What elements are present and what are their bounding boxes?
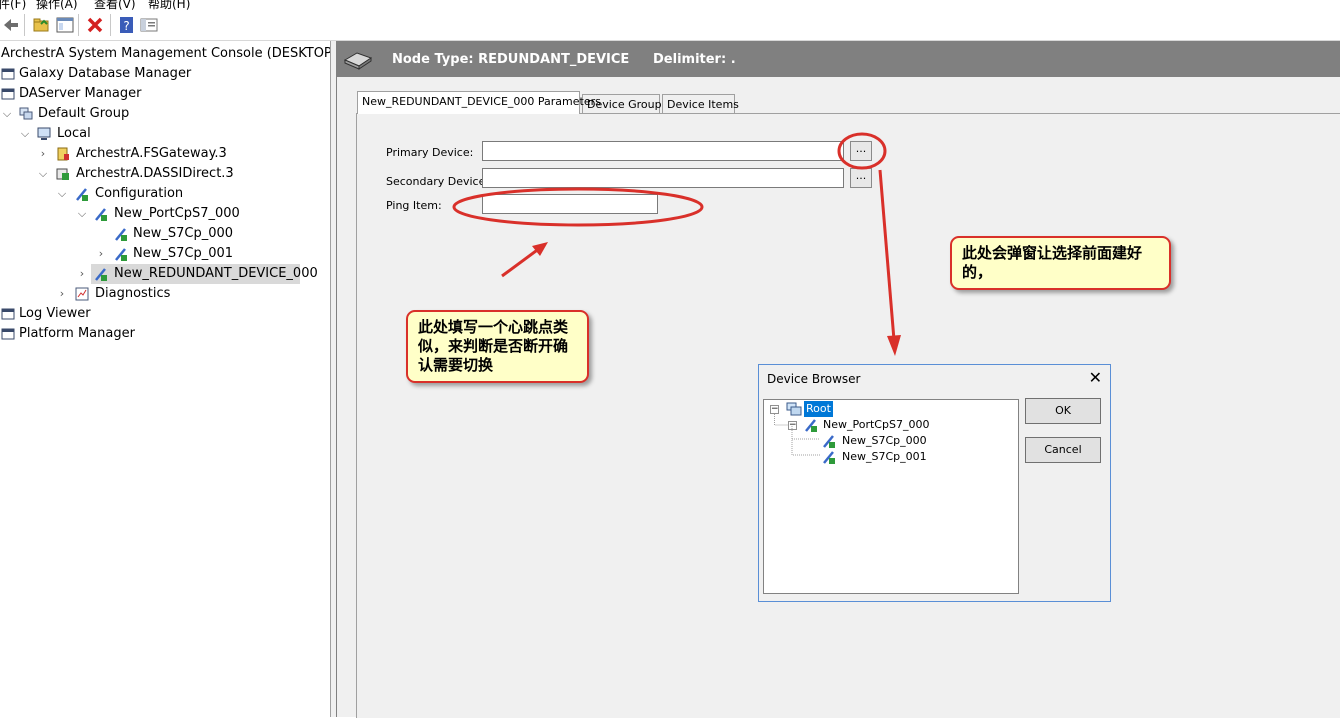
tree-item-label: Platform Manager <box>19 326 135 341</box>
svg-text:?: ? <box>123 19 129 33</box>
ping-item-label: Ping Item: <box>386 199 442 212</box>
tree-item-platform-manager[interactable]: Platform Manager <box>0 324 330 344</box>
chevron-right-icon[interactable]: › <box>37 144 49 164</box>
chevron-down-icon[interactable]: ⌵ <box>19 124 31 144</box>
tree-item-galaxy-database-manager[interactable]: Galaxy Database Manager <box>0 64 330 84</box>
tree-item-label: Log Viewer <box>19 306 91 321</box>
tree-item-redundant-device[interactable]: › New_REDUNDANT_DEVICE_000 <box>0 264 330 284</box>
tree-item-local[interactable]: ⌵ Local <box>0 124 330 144</box>
tree-node-s7cp-001[interactable]: New_S7Cp_001 <box>842 449 927 465</box>
tree-item-daserver-manager[interactable]: DAServer Manager <box>0 84 330 104</box>
chevron-down-icon[interactable]: ⌵ <box>76 204 88 224</box>
browse-callout: 此处会弹窗让选择前面建好的， <box>950 236 1171 290</box>
close-icon[interactable]: ✕ <box>1089 368 1102 387</box>
device-icon <box>115 228 127 241</box>
dialog-title: Device Browser <box>767 372 861 386</box>
chevron-right-icon[interactable]: › <box>76 264 88 284</box>
secondary-browse-button[interactable]: ... <box>850 168 872 188</box>
help-icon[interactable]: ? <box>118 16 136 34</box>
menu-view[interactable]: 查看(V) <box>94 0 136 10</box>
menu-file[interactable]: 件(F) <box>0 0 26 10</box>
toolbar: ? <box>0 10 1340 41</box>
menubar: 件(F) 操作(A) 查看(V) 帮助(H) <box>0 0 1340 10</box>
tree-item-configuration[interactable]: ⌵ Configuration <box>0 184 330 204</box>
tree-item-s7cp-000[interactable]: New_S7Cp_000 <box>0 224 330 244</box>
gateway-icon <box>57 147 69 161</box>
tree-item-default-group[interactable]: ⌵ Default Group <box>0 104 330 124</box>
chevron-down-icon[interactable]: ⌵ <box>56 184 68 204</box>
tree-item-label: Default Group <box>38 106 130 121</box>
primary-device-label: Primary Device: <box>386 146 474 159</box>
tree-node-port[interactable]: New_PortCpS7_000 <box>823 417 929 433</box>
delete-icon[interactable] <box>86 16 104 34</box>
primary-device-field[interactable] <box>482 141 844 161</box>
tree-item-label: New_S7Cp_001 <box>133 246 234 261</box>
group-icon <box>19 107 33 120</box>
back-icon[interactable] <box>2 16 20 34</box>
device-icon <box>95 268 107 281</box>
device-node-icon <box>343 52 373 70</box>
node-type-label: Node Type: REDUNDANT_DEVICE <box>392 52 630 67</box>
port-icon <box>95 208 107 221</box>
tree-item-s7cp-001[interactable]: › New_S7Cp_001 <box>0 244 330 264</box>
tree-item-diagnostics[interactable]: › Diagnostics <box>0 284 330 304</box>
diagnostics-icon <box>75 287 89 301</box>
tree-item-fsgateway[interactable]: › ArchestrA.FSGateway.3 <box>0 144 330 164</box>
tree-item-dassidirect[interactable]: ⌵ ArchestrA.DASSIDirect.3 <box>0 164 330 184</box>
tree-item-portcps7[interactable]: ⌵ New_PortCpS7_000 <box>0 204 330 224</box>
folder-icon[interactable] <box>32 16 50 34</box>
ping-item-callout: 此处填写一个心跳点类似，来判断是否断开确认需要切换 <box>406 310 589 383</box>
chevron-right-icon[interactable]: › <box>95 244 107 264</box>
computer-icon <box>37 127 51 140</box>
server-icon <box>1 88 15 100</box>
device-browser-dialog: Device Browser ✕ − Root − New_PortCpS7_0… <box>758 364 1111 602</box>
chevron-down-icon[interactable]: ⌵ <box>1 104 13 124</box>
device-tree: − Root − New_PortCpS7_000 New_S7Cp_000 N… <box>763 399 1019 594</box>
tree-node-s7cp-000[interactable]: New_S7Cp_000 <box>842 433 927 449</box>
daserver-icon <box>56 168 69 180</box>
tab-device-items[interactable]: Device Items <box>662 94 739 114</box>
menu-help[interactable]: 帮助(H) <box>148 0 190 10</box>
tree-item-label: New_REDUNDANT_DEVICE_000 <box>114 266 318 281</box>
tree-item-label: New_PortCpS7_000 <box>114 206 240 221</box>
chevron-right-icon[interactable]: › <box>56 284 68 304</box>
database-icon <box>1 68 15 80</box>
node-header: Node Type: REDUNDANT_DEVICE Delimiter: . <box>337 41 1340 77</box>
tree-item-label: ArchestrA System Management Console (DES… <box>1 46 375 61</box>
tree-item-label: DAServer Manager <box>19 86 142 101</box>
tab-parameters[interactable]: New_REDUNDANT_DEVICE_000 Parameters <box>357 91 601 114</box>
cancel-button[interactable]: Cancel <box>1025 437 1101 463</box>
tree-item-log-viewer[interactable]: Log Viewer <box>0 304 330 324</box>
ping-item-field[interactable] <box>482 194 658 214</box>
tree-item-label: ArchestrA.FSGateway.3 <box>76 146 227 161</box>
tree-item-label: Configuration <box>95 186 184 201</box>
tree-item-console-root[interactable]: ArchestrA System Management Console (DES… <box>0 44 374 64</box>
console-tree: ArchestrA System Management Console (DES… <box>0 41 374 717</box>
tree-item-label: Local <box>57 126 91 141</box>
window-icon[interactable] <box>56 16 74 34</box>
delimiter-label: Delimiter: . <box>653 52 736 67</box>
log-icon <box>1 308 15 320</box>
tree-connector-lines <box>774 414 820 456</box>
device-icon <box>115 248 127 261</box>
tree-item-label: ArchestrA.DASSIDirect.3 <box>76 166 234 181</box>
tree-item-label: New_S7Cp_000 <box>133 226 234 241</box>
primary-browse-button[interactable]: ... <box>850 141 872 161</box>
tree-item-label: Diagnostics <box>95 286 171 301</box>
menu-action[interactable]: 操作(A) <box>36 0 78 10</box>
panel-icon[interactable] <box>140 16 158 34</box>
secondary-device-field[interactable] <box>482 168 844 188</box>
tree-item-label: Galaxy Database Manager <box>19 66 192 81</box>
ok-button[interactable]: OK <box>1025 398 1101 424</box>
platform-icon <box>1 328 15 340</box>
chevron-down-icon[interactable]: ⌵ <box>37 164 49 184</box>
secondary-device-label: Secondary Device: <box>386 175 490 188</box>
config-icon <box>76 188 88 201</box>
collapse-root-icon[interactable]: − <box>770 405 779 414</box>
